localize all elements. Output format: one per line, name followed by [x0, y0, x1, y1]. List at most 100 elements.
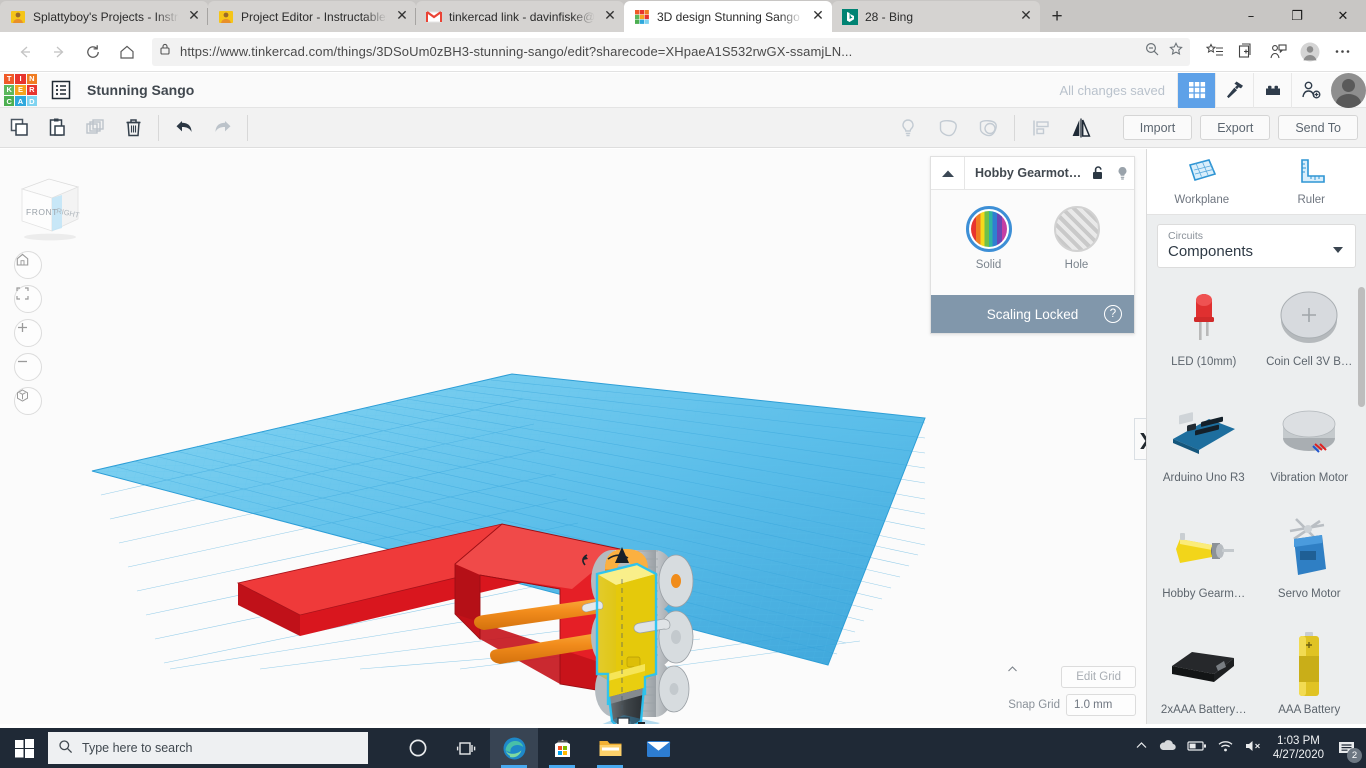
favorite-star-icon[interactable]: [1168, 41, 1184, 62]
hole-option[interactable]: Hole: [1048, 206, 1106, 295]
light-bulb-icon[interactable]: [888, 108, 928, 148]
workplane-tool[interactable]: Workplane: [1147, 149, 1257, 214]
export-button[interactable]: Export: [1200, 115, 1271, 140]
minimize-icon[interactable]: –: [1228, 0, 1274, 32]
more-icon[interactable]: [1326, 36, 1358, 68]
browser-tab-active[interactable]: 3D design Stunning Sango | Ti ✕: [624, 1, 832, 32]
save-status: All changes saved: [1059, 82, 1165, 98]
zoom-in-icon[interactable]: [14, 319, 42, 347]
component-item[interactable]: Vibration Motor: [1257, 394, 1363, 506]
close-icon[interactable]: ✕: [602, 8, 618, 25]
delete-icon[interactable]: [114, 108, 152, 148]
component-item[interactable]: Arduino Uno R3: [1151, 394, 1257, 506]
redo-icon[interactable]: [203, 108, 241, 148]
toolbar-divider: [1013, 114, 1015, 141]
chevron-up-icon[interactable]: [931, 156, 965, 190]
window-close-icon[interactable]: ✕: [1320, 0, 1366, 32]
new-tab-button[interactable]: +: [1040, 1, 1074, 32]
edge-icon[interactable]: [490, 728, 538, 768]
grid-apps-icon[interactable]: [1177, 72, 1215, 108]
undo-icon[interactable]: [165, 108, 203, 148]
maximize-icon[interactable]: ❐: [1274, 0, 1320, 32]
edit-grid-button[interactable]: Edit Grid: [1061, 666, 1136, 688]
cortana-icon[interactable]: [394, 728, 442, 768]
design-menu-icon[interactable]: [49, 78, 73, 102]
clock-time: 1:03 PM: [1277, 735, 1320, 747]
reload-icon[interactable]: [76, 36, 110, 68]
task-view-icon[interactable]: [442, 728, 490, 768]
home-icon[interactable]: [110, 36, 144, 68]
component-item[interactable]: Coin Cell 3V B…: [1257, 278, 1363, 390]
align-icon[interactable]: [1021, 108, 1061, 148]
hole-label: Hole: [1064, 259, 1089, 271]
zoom-out-icon[interactable]: [14, 353, 42, 381]
add-collaborator-icon[interactable]: [1291, 72, 1329, 108]
home-view-icon[interactable]: [14, 251, 42, 279]
onedrive-icon[interactable]: [1158, 739, 1177, 758]
close-icon[interactable]: ✕: [1018, 8, 1034, 25]
microsoft-store-icon[interactable]: [538, 728, 586, 768]
browser-tab[interactable]: 28 - Bing ✕: [832, 1, 1040, 32]
browser-tab-strip: Splattyboy's Projects - Instruct ✕ Proje…: [0, 0, 1366, 32]
solid-color-swatch[interactable]: [965, 206, 1012, 252]
scale-handle[interactable]: [617, 717, 630, 724]
browser-tab[interactable]: Project Editor - Instructables ✕: [207, 1, 416, 32]
wifi-icon[interactable]: [1217, 739, 1234, 758]
duplicate-icon[interactable]: [76, 108, 114, 148]
search-input[interactable]: Type here to search: [48, 732, 368, 764]
help-icon[interactable]: ?: [1104, 305, 1122, 323]
close-icon[interactable]: ✕: [810, 8, 826, 25]
orthographic-toggle-icon[interactable]: [14, 387, 42, 415]
browser-tab[interactable]: tinkercad link - davinfiske@gm ✕: [415, 1, 624, 32]
midpoint-handle[interactable]: [638, 722, 645, 724]
blocks-icon[interactable]: [1253, 72, 1291, 108]
component-item[interactable]: Hobby Gearm…: [1151, 510, 1257, 622]
forward-icon[interactable]: [42, 36, 76, 68]
notifications-icon[interactable]: 2: [1334, 728, 1362, 768]
view-cube[interactable]: FRONT RIGHT: [12, 171, 86, 243]
component-item[interactable]: 2xAAA Battery…: [1151, 626, 1257, 738]
feedback-icon[interactable]: [1262, 36, 1294, 68]
unlocked-padlock-icon[interactable]: [1086, 165, 1110, 181]
hole-swatch[interactable]: [1053, 206, 1100, 252]
light-bulb-icon[interactable]: [1110, 165, 1134, 181]
profile-icon[interactable]: [1294, 36, 1326, 68]
volume-muted-icon[interactable]: [1244, 739, 1263, 758]
clock[interactable]: 1:03 PM 4/27/2020: [1273, 734, 1324, 762]
library-select[interactable]: Circuits Components: [1157, 224, 1356, 268]
collections-icon[interactable]: [1230, 36, 1262, 68]
start-button[interactable]: [0, 728, 48, 768]
tinkercad-logo-icon[interactable]: T I N K E R C A D: [4, 73, 37, 107]
back-icon[interactable]: [8, 36, 42, 68]
file-explorer-icon[interactable]: [586, 728, 634, 768]
mail-icon[interactable]: [634, 728, 682, 768]
favorites-list-icon[interactable]: [1198, 36, 1230, 68]
close-icon[interactable]: ✕: [186, 8, 202, 25]
send-to-button[interactable]: Send To: [1278, 115, 1358, 140]
fit-to-view-icon[interactable]: [14, 285, 42, 313]
avatar[interactable]: [1331, 72, 1366, 108]
close-icon[interactable]: ✕: [394, 8, 410, 25]
component-item[interactable]: Servo Motor: [1257, 510, 1363, 622]
logo-letter: R: [26, 84, 37, 96]
component-item[interactable]: LED (10mm): [1151, 278, 1257, 390]
show-hidden-icons-chevron[interactable]: [1135, 739, 1148, 757]
browser-tab[interactable]: Splattyboy's Projects - Instruct ✕: [0, 1, 208, 32]
zoom-out-icon[interactable]: [1144, 41, 1160, 62]
library-kicker: Circuits: [1168, 230, 1204, 242]
logo-letter: D: [26, 96, 37, 107]
mirror-icon[interactable]: [1061, 108, 1101, 148]
import-button[interactable]: Import: [1122, 115, 1193, 140]
component-item[interactable]: AAA Battery: [1257, 626, 1363, 738]
ruler-tool[interactable]: Ruler: [1257, 149, 1366, 214]
solid-option[interactable]: Solid: [960, 206, 1018, 295]
copy-icon[interactable]: [0, 108, 38, 148]
paste-icon[interactable]: [38, 108, 76, 148]
snap-grid-select[interactable]: 1.0 mm: [1008, 666, 1136, 716]
sidebar-scrollbar[interactable]: [1358, 287, 1365, 407]
address-bar[interactable]: https://www.tinkercad.com/things/3DSoUm0…: [152, 37, 1190, 66]
note-shape-icon[interactable]: [928, 108, 968, 148]
battery-icon[interactable]: [1187, 739, 1207, 757]
hammer-tools-icon[interactable]: [1215, 72, 1253, 108]
group-icon[interactable]: [968, 108, 1008, 148]
